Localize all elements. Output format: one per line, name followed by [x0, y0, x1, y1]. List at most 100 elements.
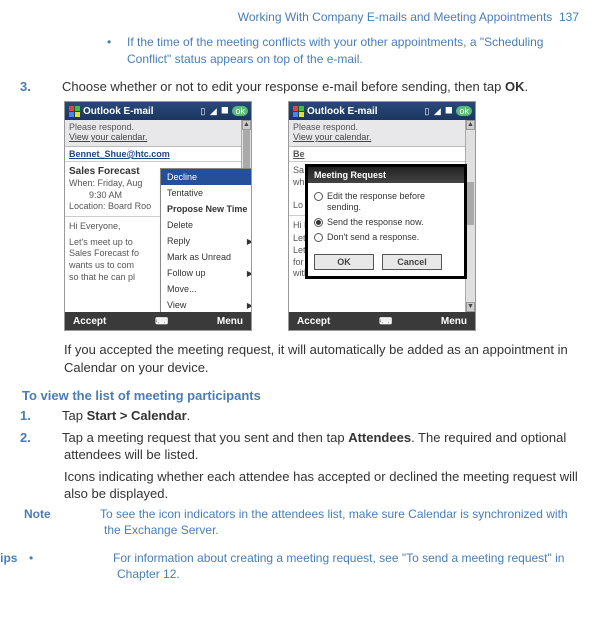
para-icons: Icons indicating whether each attendee h…	[22, 468, 579, 503]
step-number: 3.	[42, 78, 62, 96]
when-label: When:	[69, 178, 95, 188]
step-3: 3.Choose whether or not to edit your res…	[22, 78, 579, 96]
status-icons: ▯ ◢ ⯀	[200, 106, 229, 117]
dialog-body: Edit the response before sending. Send t…	[308, 183, 464, 250]
bullet-icon: •	[117, 34, 127, 51]
menu-label: Move...	[167, 284, 197, 294]
context-menu: Decline Tentative Propose New Time Delet…	[160, 168, 251, 312]
submenu-arrow-icon: ▶	[247, 237, 251, 246]
menu-reply[interactable]: Reply ▶	[161, 233, 251, 249]
ok-pill[interactable]: ok	[232, 106, 248, 116]
step-text: Tap a meeting request that you sent and …	[62, 430, 348, 445]
meeting-request-dialog: Meeting Request Edit the response before…	[307, 166, 465, 277]
para-accepted: If you accepted the meeting request, it …	[22, 341, 579, 376]
menu-label: Tentative	[167, 188, 203, 198]
ok-button[interactable]: OK	[314, 254, 374, 270]
from-line[interactable]: Bennet_Shue@htc.com	[65, 147, 251, 162]
phone-body: Please respond. View your calendar. Be S…	[289, 120, 475, 312]
menu-move[interactable]: Move...	[161, 281, 251, 297]
when-val: Friday, Aug	[98, 178, 143, 188]
ok-pill[interactable]: ok	[456, 106, 472, 116]
menu-label: Follow up	[167, 268, 206, 278]
respond-banner: Please respond. View your calendar.	[65, 120, 251, 147]
step-text-end: .	[525, 79, 529, 94]
loc-val: Board Roo	[108, 201, 151, 211]
keyboard-icon[interactable]: ⌨	[379, 316, 392, 327]
softkey-accept[interactable]: Accept	[297, 316, 330, 327]
step-text: Choose whether or not to edit your respo…	[62, 79, 505, 94]
bullet-scheduling-conflict: •If the time of the meeting conflicts wi…	[22, 34, 579, 68]
page-header: Working With Company E-mails and Meeting…	[22, 10, 579, 24]
step-number: 1.	[42, 407, 62, 425]
menu-view[interactable]: View ▶	[161, 297, 251, 312]
screenshot-row: Outlook E-mail ▯ ◢ ⯀ ok Please respond. …	[22, 101, 579, 331]
cancel-button[interactable]: Cancel	[382, 254, 442, 270]
step-number: 2.	[42, 429, 62, 447]
radio-icon	[314, 233, 323, 242]
softkey-accept[interactable]: Accept	[73, 316, 106, 327]
respond-banner: Please respond. View your calendar.	[289, 120, 475, 147]
section-view-participants: To view the list of meeting participants	[22, 388, 579, 403]
menu-label: View	[167, 300, 186, 310]
banner-line2[interactable]: View your calendar.	[293, 133, 471, 143]
phone-title: Outlook E-mail	[307, 106, 421, 117]
menu-propose-new-time[interactable]: Propose New Time	[161, 201, 251, 217]
scroll-track[interactable]	[466, 130, 475, 302]
page-number: 137	[559, 10, 579, 24]
phone-body: Please respond. View your calendar. Benn…	[65, 120, 251, 312]
menu-tentative[interactable]: Tentative	[161, 185, 251, 201]
phone-soft-keys: Accept ⌨ Menu	[289, 312, 475, 330]
menu-label: Decline	[167, 172, 197, 182]
menu-decline[interactable]: Decline	[161, 169, 251, 185]
phone-titlebar: Outlook E-mail ▯ ◢ ⯀ ok	[65, 102, 251, 120]
phone-title: Outlook E-mail	[83, 106, 197, 117]
step-text: Tap	[62, 408, 87, 423]
menu-label: Mark as Unread	[167, 252, 231, 262]
bullet-icon: •	[91, 550, 113, 566]
radio-label: Edit the response before sending.	[327, 191, 458, 213]
menu-label: Propose New Time	[167, 204, 247, 214]
radio-edit-before-sending[interactable]: Edit the response before sending.	[314, 189, 458, 215]
keyboard-icon[interactable]: ⌨	[155, 316, 168, 327]
dialog-title: Meeting Request	[308, 167, 464, 183]
step-1: 1.Tap Start > Calendar.	[22, 407, 579, 425]
windows-logo-icon	[292, 105, 304, 117]
menu-follow-up[interactable]: Follow up ▶	[161, 265, 251, 281]
note: NoteTo see the icon indicators in the at…	[22, 507, 579, 538]
note-text: To see the icon indicators in the attend…	[100, 507, 568, 537]
menu-label: Delete	[167, 220, 193, 230]
radio-label: Don't send a response.	[327, 232, 419, 243]
submenu-arrow-icon: ▶	[247, 301, 251, 310]
banner-line2[interactable]: View your calendar.	[69, 133, 247, 143]
softkey-menu[interactable]: Menu	[217, 316, 243, 327]
radio-send-now[interactable]: Send the response now.	[314, 215, 458, 230]
phone-screenshot-1: Outlook E-mail ▯ ◢ ⯀ ok Please respond. …	[64, 101, 252, 331]
menu-mark-unread[interactable]: Mark as Unread	[161, 249, 251, 265]
step-bold: Attendees	[348, 430, 411, 445]
scrollbar[interactable]: ▲ ▼	[465, 120, 475, 312]
step-ok: OK	[505, 79, 525, 94]
menu-delete[interactable]: Delete	[161, 217, 251, 233]
windows-logo-icon	[68, 105, 80, 117]
note-label: Note	[64, 507, 100, 523]
tips-label: Tips	[55, 550, 91, 566]
from-line: Be	[289, 147, 475, 162]
phone-soft-keys: Accept ⌨ Menu	[65, 312, 251, 330]
phone-titlebar: Outlook E-mail ▯ ◢ ⯀ ok	[289, 102, 475, 120]
scroll-down-icon[interactable]: ▼	[466, 302, 475, 312]
radio-label: Send the response now.	[327, 217, 424, 228]
scroll-up-icon[interactable]: ▲	[466, 120, 475, 130]
loc-label: Location:	[69, 201, 106, 211]
scroll-thumb[interactable]	[467, 182, 474, 225]
tips-text: For information about creating a meeting…	[113, 551, 564, 581]
menu-label: Reply	[167, 236, 190, 246]
phone-screenshot-2: Outlook E-mail ▯ ◢ ⯀ ok Please respond. …	[288, 101, 476, 331]
scroll-up-icon[interactable]: ▲	[242, 120, 251, 130]
step-text-end: .	[187, 408, 191, 423]
step-bold: Start > Calendar	[87, 408, 187, 423]
submenu-arrow-icon: ▶	[247, 269, 251, 278]
radio-dont-send[interactable]: Don't send a response.	[314, 230, 458, 245]
dialog-buttons: OK Cancel	[308, 250, 464, 276]
bullet-text: If the time of the meeting conflicts wit…	[127, 35, 543, 66]
softkey-menu[interactable]: Menu	[441, 316, 467, 327]
